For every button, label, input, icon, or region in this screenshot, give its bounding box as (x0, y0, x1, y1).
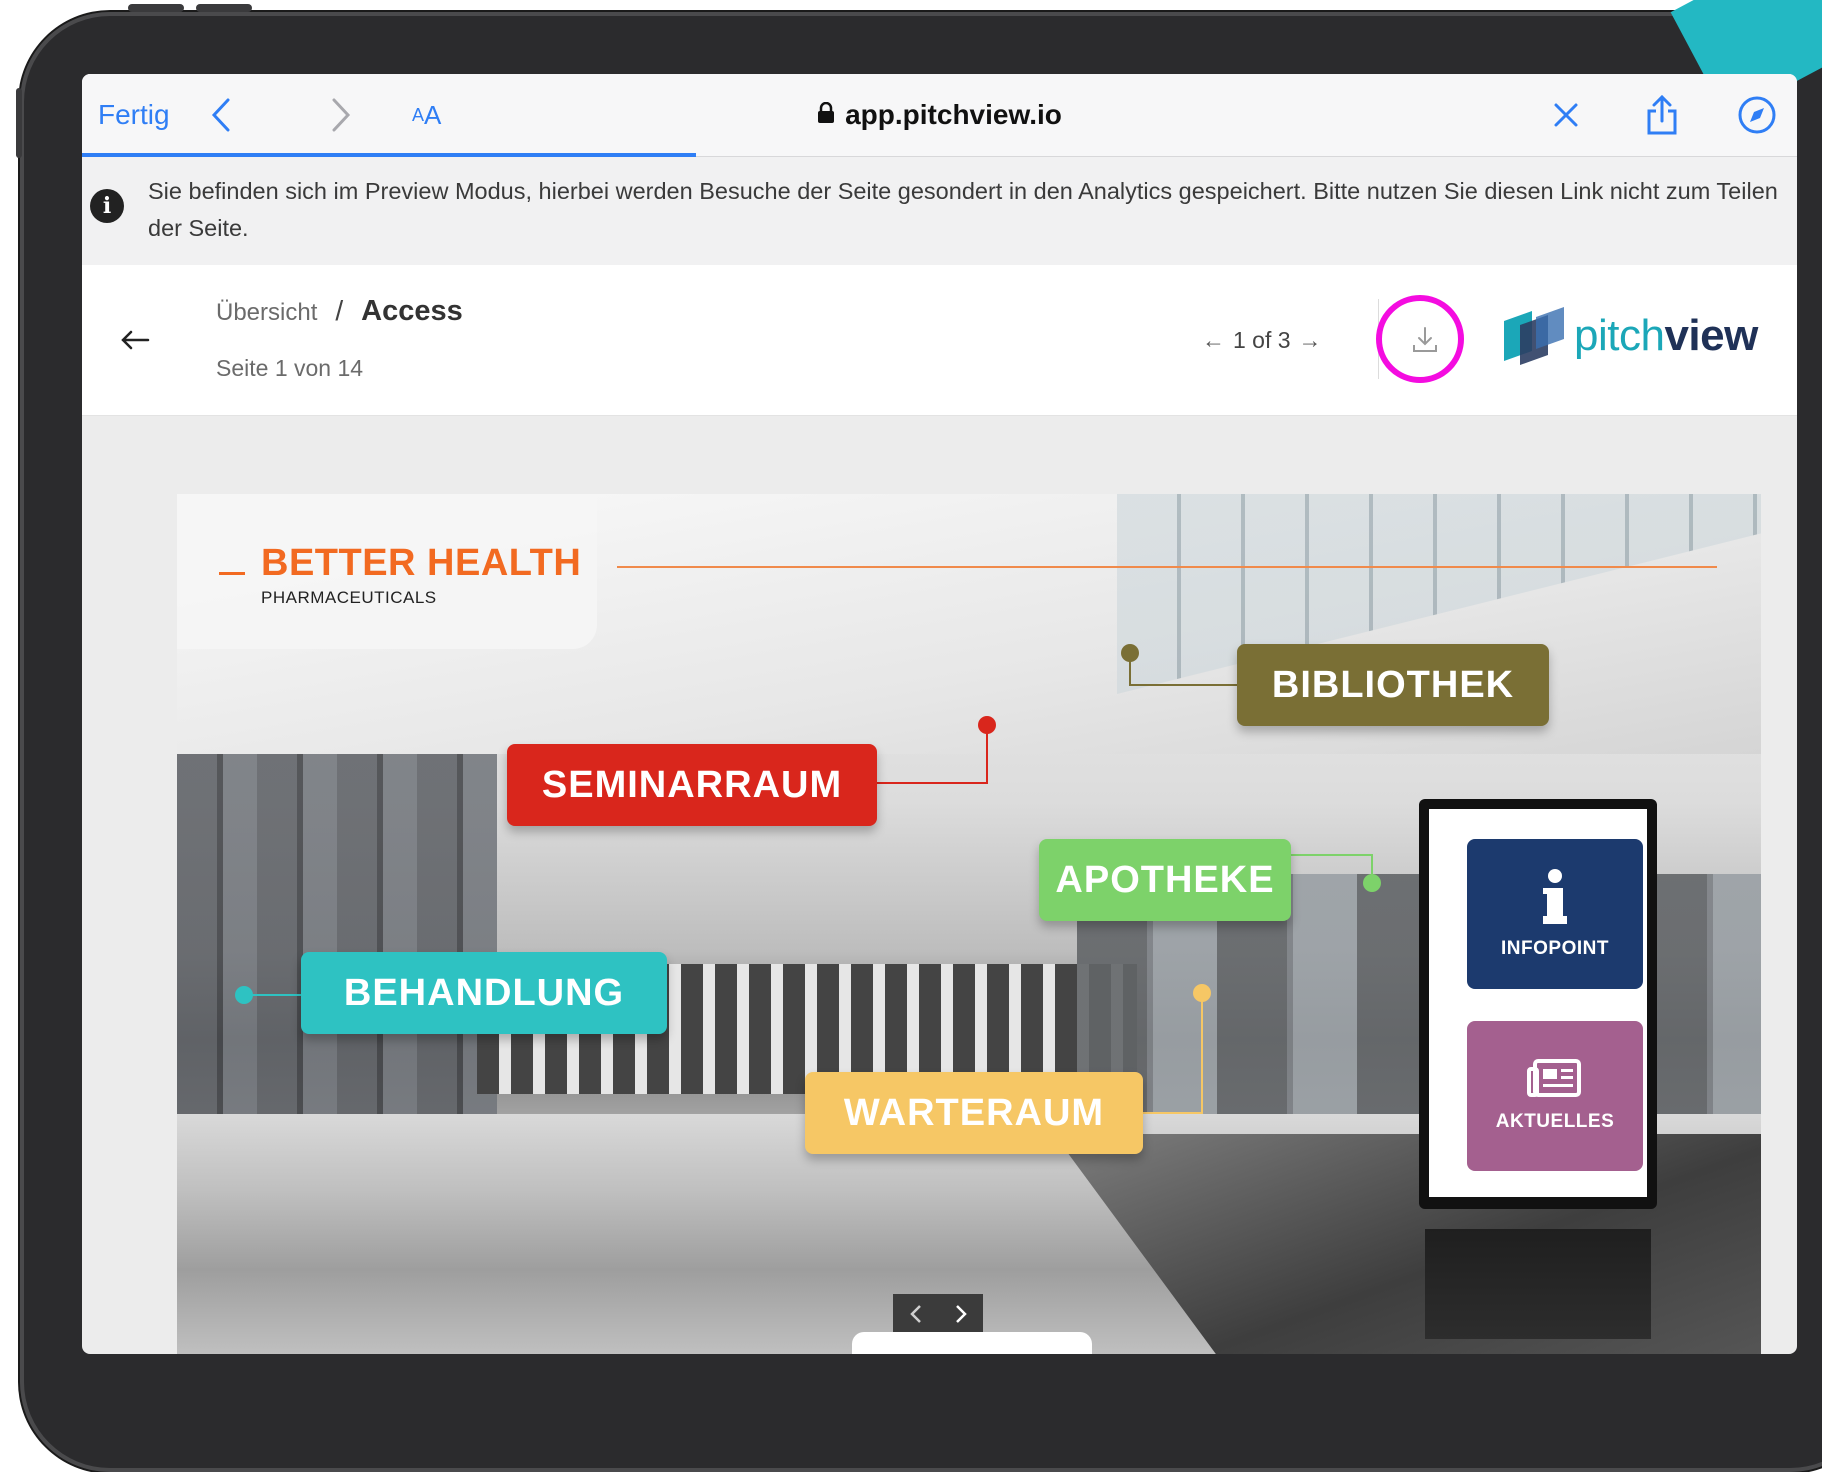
behandlung-connector (247, 994, 303, 996)
close-icon[interactable] (1552, 74, 1580, 156)
apotheke-hotspot-button[interactable]: APOTHEKE (1039, 839, 1291, 921)
side-button (16, 88, 22, 158)
behandlung-hotspot-dot[interactable] (235, 986, 253, 1004)
seminarraum-connector (877, 782, 988, 784)
page-indicator: Seite 1 von 14 (216, 355, 364, 381)
pager-prev-arrow-icon[interactable]: ← (1202, 327, 1225, 354)
bottom-sheet-handle (852, 1332, 1092, 1354)
slide-prev-chevron-icon[interactable] (909, 1303, 923, 1330)
info-kiosk: INFOPOINT AKTUELLES (1419, 799, 1657, 1209)
breadcrumb-overview-link[interactable]: Übersicht (216, 299, 317, 327)
highlight-circle-annotation (1376, 295, 1464, 383)
infopoint-label: INFOPOINT (1501, 938, 1609, 959)
slide-next-chevron-icon[interactable] (954, 1303, 968, 1330)
brand-rule-line (617, 566, 1717, 568)
behandlung-hotspot-button[interactable]: BEHANDLUNG (301, 952, 667, 1034)
presentation-header: Übersicht / Access Seite 1 von 14 ← 1 of… (82, 265, 1797, 416)
kiosk-screen: INFOPOINT AKTUELLES (1429, 809, 1647, 1197)
seminarraum-hotspot-button[interactable]: SEMINARRAUM (507, 744, 877, 826)
done-button[interactable]: Fertig (98, 74, 170, 156)
seminarraum-connector (986, 728, 988, 784)
pager-next-arrow-icon[interactable]: → (1299, 327, 1322, 354)
browser-toolbar: app.pitchview.io Fertig AA (82, 74, 1797, 157)
newspaper-icon (1527, 1059, 1581, 1097)
seminarraum-hotspot-dot[interactable] (978, 716, 996, 734)
text-size-large-glyph: A (424, 99, 442, 130)
apotheke-connector (1289, 854, 1373, 856)
logo-text-view: view (1664, 311, 1758, 360)
infopoint-tile[interactable]: INFOPOINT (1467, 839, 1643, 989)
lock-icon (817, 99, 835, 131)
warteraum-hotspot-button[interactable]: WARTERAUM (805, 1072, 1143, 1154)
breadcrumb-separator: / (335, 295, 344, 326)
chevron-right-icon (332, 98, 351, 132)
tablet-screen: app.pitchview.io Fertig AA i Sie befinde… (82, 74, 1797, 1354)
bibliothek-hotspot-dot[interactable] (1121, 644, 1139, 662)
share-icon[interactable] (1644, 74, 1680, 156)
slide-pager: ← 1 of 3 → (1202, 327, 1322, 354)
brand-logo-panel: BETTER HEALTH PHARMACEUTICALS (177, 494, 597, 649)
browser-forward-button[interactable] (330, 74, 352, 156)
kiosk-base (1425, 1229, 1651, 1339)
pitchview-logo-mark-icon (1504, 307, 1564, 365)
breadcrumb-current: Access (361, 295, 463, 327)
url-text: app.pitchview.io (845, 99, 1062, 130)
back-arrow-icon[interactable] (110, 315, 160, 365)
pitchview-logo-text: pitchview (1574, 311, 1758, 361)
browser-back-button[interactable] (210, 74, 232, 156)
brand-title: BETTER HEALTH (261, 542, 582, 584)
info-icon (1543, 869, 1567, 924)
warteraum-hotspot-dot[interactable] (1193, 984, 1211, 1002)
volume-button (196, 4, 252, 12)
presentation-slide: BETTER HEALTH PHARMACEUTICALS BIBLIOTHEK… (177, 494, 1761, 1354)
preview-notice-text: Sie befinden sich im Preview Modus, hier… (148, 178, 1778, 241)
chevron-left-icon (211, 98, 230, 132)
bibliothek-connector (1129, 684, 1239, 686)
aktuelles-tile[interactable]: AKTUELLES (1467, 1021, 1643, 1171)
apotheke-hotspot-dot[interactable] (1363, 874, 1381, 892)
compass-icon[interactable] (1737, 74, 1777, 156)
warteraum-connector (1201, 994, 1203, 1114)
text-size-small-glyph: A (412, 104, 425, 125)
preview-mode-notice: i Sie befinden sich im Preview Modus, hi… (82, 157, 1797, 265)
breadcrumb: Übersicht / Access (216, 295, 463, 328)
aktuelles-label: AKTUELLES (1495, 1111, 1615, 1132)
pitchview-logo: pitchview (1502, 303, 1758, 369)
logo-text-pitch: pitch (1574, 311, 1665, 360)
brand-dash (219, 572, 245, 575)
warteraum-connector (1142, 1112, 1203, 1114)
bibliothek-hotspot-button[interactable]: BIBLIOTHEK (1237, 644, 1549, 726)
info-icon: i (90, 189, 124, 223)
volume-button (128, 4, 184, 12)
pager-count: 1 of 3 (1233, 327, 1291, 353)
text-size-button[interactable]: AA (412, 74, 441, 156)
brand-subtitle: PHARMACEUTICALS (261, 588, 437, 607)
